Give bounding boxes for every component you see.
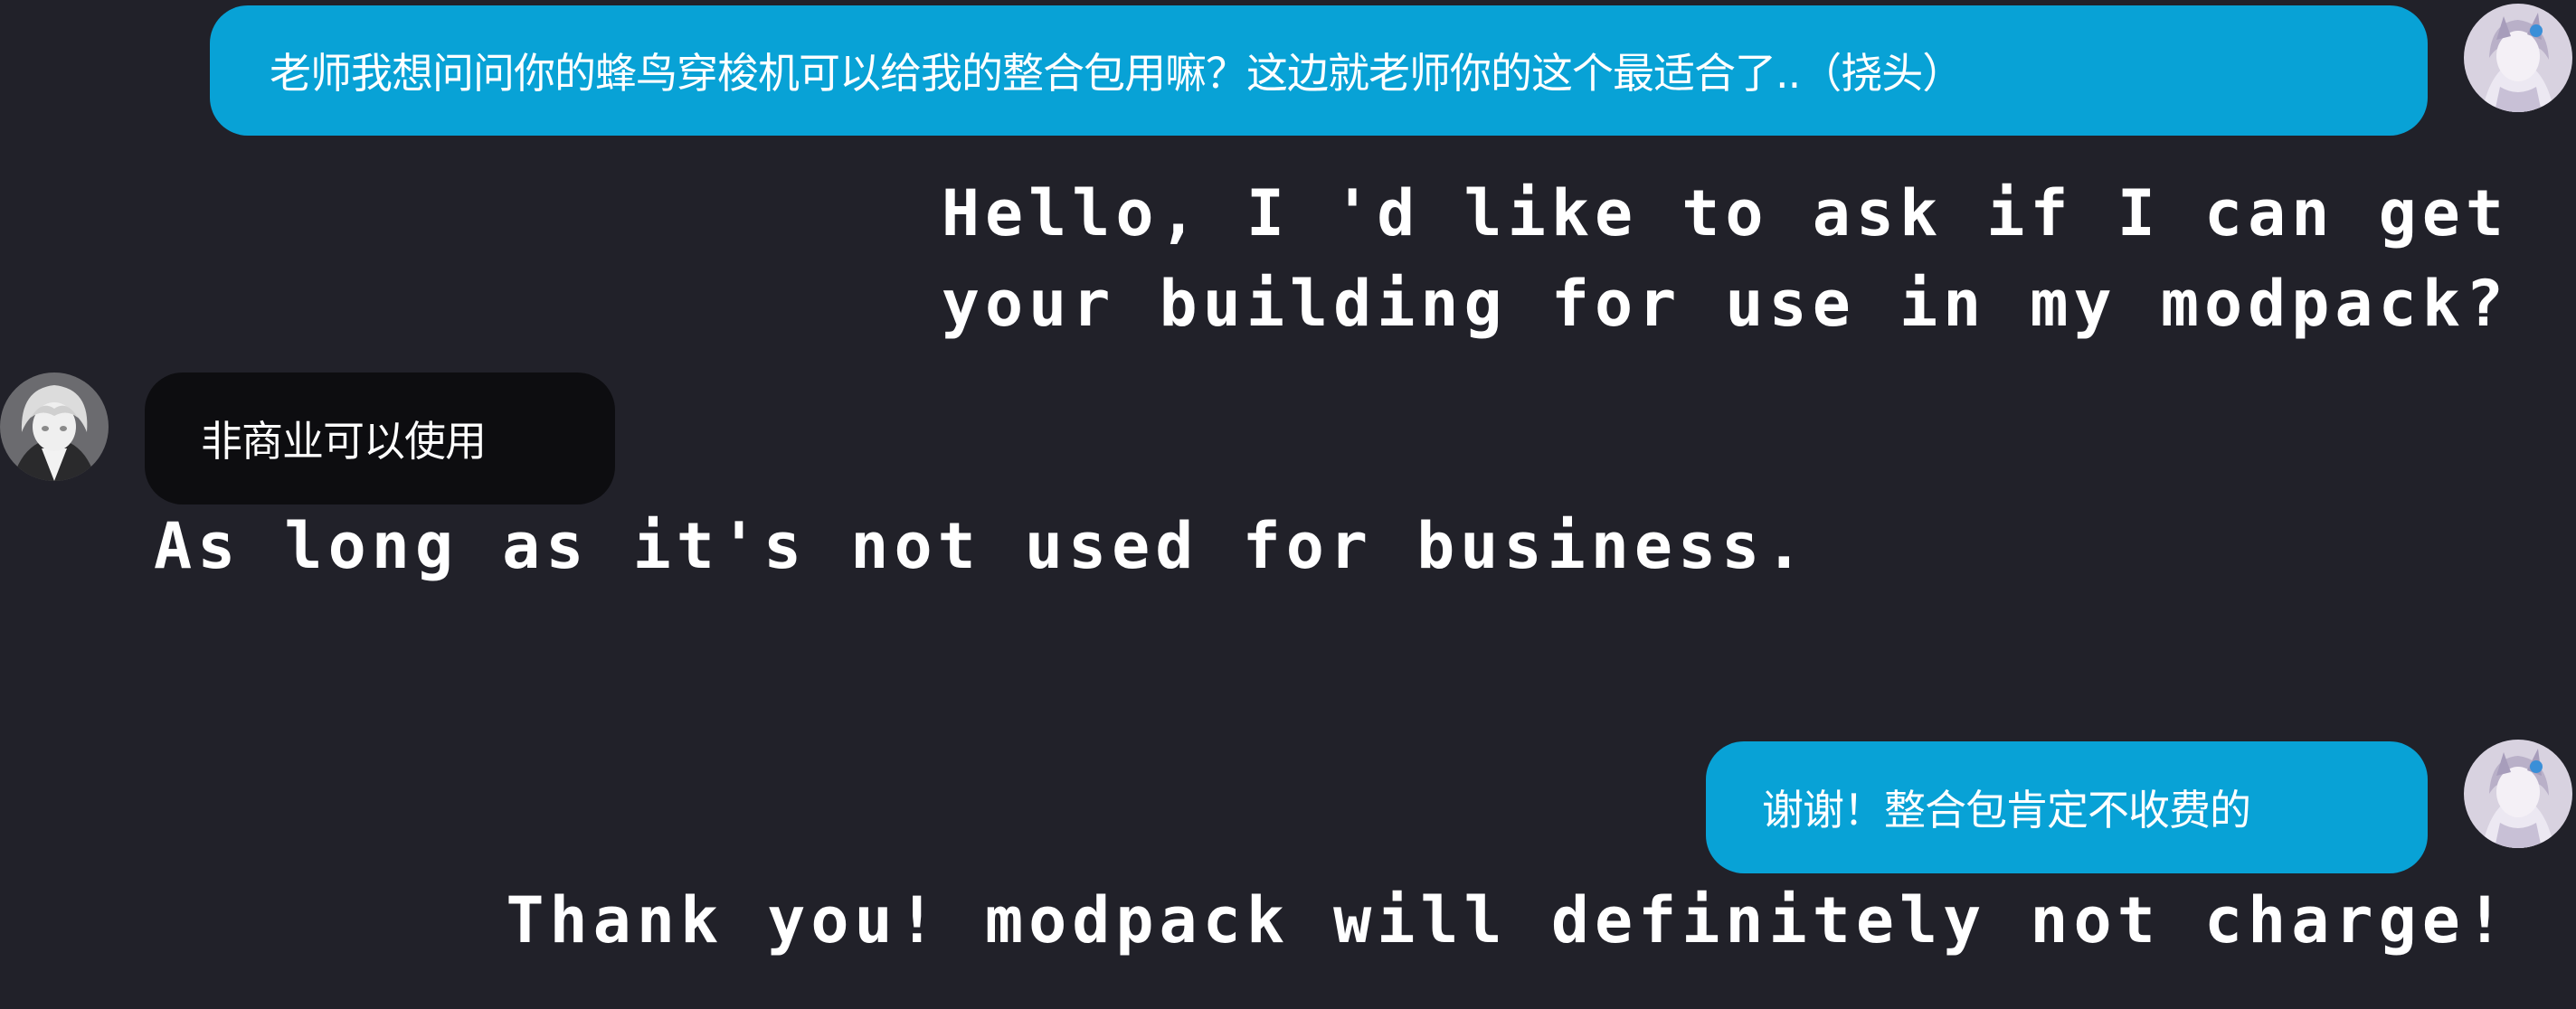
translation-caption: Thank you! modpack will definitely not c… — [506, 875, 2509, 966]
self-avatar-icon[interactable] — [2464, 4, 2572, 112]
translation-line: Hello, I 'd like to ask if I can get — [941, 176, 2509, 250]
incoming-message-bubble[interactable]: 非商业可以使用 — [145, 372, 615, 504]
translation-line: As long as it's not used for business. — [154, 509, 1809, 583]
outgoing-message-bubble[interactable]: 谢谢！整合包肯定不收费的 — [1706, 741, 2428, 873]
translation-line: Thank you! modpack will definitely not c… — [506, 883, 2509, 957]
message-text: 老师我想问问你的蜂鸟穿梭机可以给我的整合包用嘛？这边就老师你的这个最适合了..（… — [270, 49, 1964, 98]
translation-caption: Hello, I 'd like to ask if I can get you… — [942, 168, 2509, 349]
message-text: 谢谢！整合包肯定不收费的 — [1762, 786, 2251, 835]
anime-character-avatar-icon — [2464, 740, 2572, 848]
self-avatar-icon[interactable] — [2464, 740, 2572, 848]
message-text: 非商业可以使用 — [201, 417, 487, 466]
outgoing-message-bubble[interactable]: 老师我想问问你的蜂鸟穿梭机可以给我的整合包用嘛？这边就老师你的这个最适合了..（… — [210, 5, 2428, 136]
anime-character-avatar-icon — [2464, 4, 2572, 112]
anime-character-avatar-icon — [0, 372, 109, 481]
translation-caption: As long as it's not used for business. — [154, 501, 1808, 591]
chat-screen: { "messages": [ { "sender": "self", "tex… — [0, 0, 2576, 1009]
translation-line: your building for use in my modpack? — [941, 267, 2509, 341]
other-avatar-icon[interactable] — [0, 372, 109, 481]
